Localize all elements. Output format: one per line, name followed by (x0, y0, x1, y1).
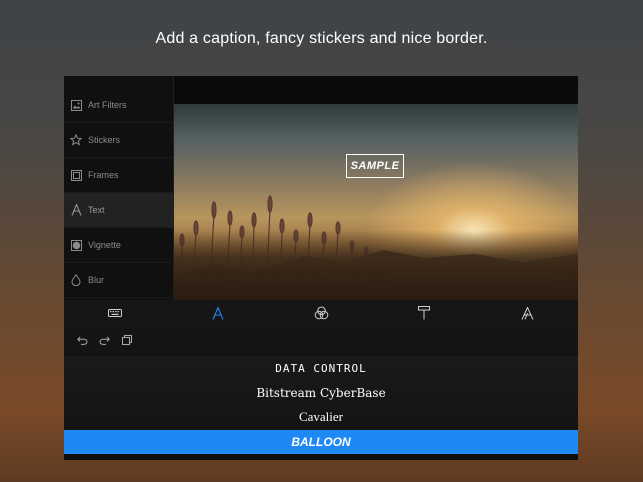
hills-shade (174, 230, 578, 300)
sidebar-item-label: Blur (88, 275, 105, 285)
bottom-edge (64, 454, 578, 460)
sidebar-item-text[interactable]: Text (64, 193, 174, 228)
sidebar-item-label: Frames (88, 170, 119, 180)
headline: Add a caption, fancy stickers and nice b… (155, 30, 488, 47)
sample-caption[interactable]: SAMPLE (346, 154, 404, 178)
font-option-selected[interactable]: BALLOON (64, 430, 578, 454)
undo-icon[interactable] (76, 334, 88, 346)
sidebar-item-frames[interactable]: Frames (64, 158, 174, 193)
text-toolbar (64, 300, 578, 326)
vignette-icon (70, 239, 82, 251)
copy-icon[interactable] (121, 334, 133, 346)
sidebar: Art Filters Stickers Frames Text Vignett… (64, 76, 174, 300)
sidebar-item-blur[interactable]: Blur (64, 263, 174, 298)
sidebar-item-label: Stickers (88, 135, 121, 145)
edit-actions (64, 326, 578, 356)
font-icon[interactable] (210, 305, 226, 321)
sidebar-item-label: Vignette (88, 240, 121, 250)
sidebar-item-stickers[interactable]: Stickers (64, 123, 174, 158)
color-icon[interactable] (313, 305, 329, 321)
frame-icon (70, 169, 82, 181)
keyboard-icon[interactable] (107, 305, 123, 321)
top-bar (174, 76, 578, 104)
image-icon (70, 99, 82, 111)
font-option[interactable]: Bitstream CyberBase (64, 381, 578, 405)
sidebar-item-label: Art Filters (88, 100, 127, 110)
text-icon (70, 204, 82, 216)
redo-icon[interactable] (98, 334, 110, 346)
app-window: Art Filters Stickers Frames Text Vignett… (64, 76, 578, 460)
sidebar-item-art-filters[interactable]: Art Filters (64, 88, 174, 123)
paint-roller-icon[interactable] (416, 305, 432, 321)
sidebar-item-label: Text (88, 205, 105, 215)
sidebar-item-vignette[interactable]: Vignette (64, 228, 174, 263)
drop-icon (70, 274, 82, 286)
font-option[interactable]: DATA CONTROL (64, 356, 578, 380)
font-list: DATA CONTROL Bitstream CyberBase Cavalie… (64, 356, 578, 460)
star-icon (70, 134, 82, 146)
outline-font-icon[interactable] (519, 305, 535, 321)
photo-preview[interactable]: SAMPLE (174, 104, 578, 300)
font-option[interactable]: Cavalier (64, 405, 578, 429)
